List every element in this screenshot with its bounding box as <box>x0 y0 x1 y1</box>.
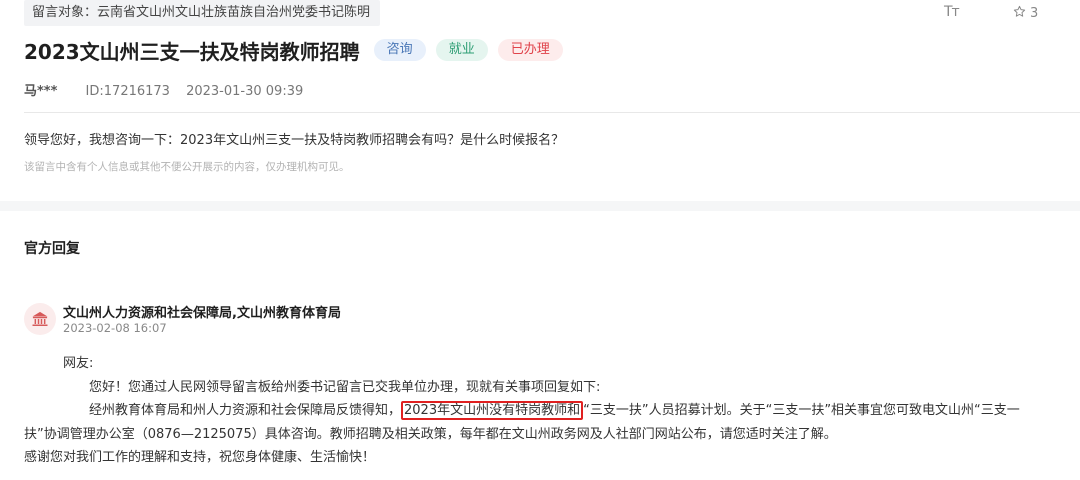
message-board-page: 留言对象：云南省文山州文山壮族苗族自治州党委书记陈明 Tт 3 2023文山州三… <box>0 0 1080 480</box>
question-text: 领导您好，我想咨询一下：2023年文山州三支一扶及特岗教师招聘会有吗？是什么时候… <box>24 133 565 148</box>
message-meta: 马*** ID:17216173 2023-01-30 09:39 <box>24 80 303 99</box>
reply-closing: 感谢您对我们工作的理解和支持，祝您身体健康、生活愉快！ <box>24 450 376 465</box>
reply-paragraph-1: 您好！您通过人民网领导留言板给州委书记留言已交我单位办理，现就有关事项回复如下: <box>89 379 601 395</box>
message-datetime: 2023-01-30 09:39 <box>186 84 304 99</box>
reply-heading: 官方回复 <box>24 241 80 257</box>
page-title: 2023文山州三支一扶及特岗教师招聘 <box>24 39 360 64</box>
government-building-icon <box>24 303 56 335</box>
message-target-value: 云南省文山州文山壮族苗族自治州党委书记陈明 <box>97 5 371 20</box>
tag-employment: 就业 <box>435 39 488 61</box>
font-size-icon[interactable]: Tт <box>944 4 960 20</box>
reply-body: 网友: 您好！您通过人民网领导留言板给州委书记留言已交我单位办理，现就有关事项回… <box>24 352 1073 470</box>
tag-consult: 咨询 <box>373 39 426 61</box>
highlighted-text: 2023年文山州没有特岗教师和 <box>401 401 584 420</box>
message-target: 留言对象：云南省文山州文山壮族苗族自治州党委书记陈明 <box>24 0 381 26</box>
author-name: 马*** <box>24 84 58 99</box>
message-target-label: 留言对象： <box>32 5 98 20</box>
star-count: 3 <box>1030 6 1039 21</box>
reply-paragraph-2-end: “三支一扶”人员招募计划。关于“三支一扶”相关事宜您可致电文山州“三支一 <box>583 403 1020 418</box>
reply-paragraph-2-cont: 扶”协调管理办公室（0876—2125075）具体咨询。教师招聘及相关政策，每年… <box>24 426 837 442</box>
section-separator <box>0 201 1080 211</box>
favorite-button[interactable]: 3 <box>1013 5 1038 22</box>
reply-paragraph-2: 经州教育体育局和州人力资源和社会保障局反馈得知， 2023年文山州没有特岗教师和 “… <box>63 399 1073 423</box>
reply-date: 2023-02-08 16:07 <box>63 321 167 335</box>
status-badge: 已办理 <box>497 39 563 61</box>
title-row: 2023文山州三支一扶及特岗教师招聘 咨询 就业 已办理 <box>24 34 563 66</box>
reply-paragraph-2-start: 经州教育体育局和州人力资源和社会保障局反馈得知， <box>89 403 402 418</box>
star-icon[interactable] <box>1013 5 1026 22</box>
reply-greeting: 网友: <box>63 356 94 371</box>
reply-org-name: 文山州人力资源和社会保障局,文山州教育体育局 <box>63 306 341 321</box>
privacy-note: 该留言中含有个人信息或其他不便公开展示的内容，仅办理机构可见。 <box>24 161 350 173</box>
divider <box>24 112 1080 113</box>
message-id: ID:17216173 <box>85 84 170 99</box>
